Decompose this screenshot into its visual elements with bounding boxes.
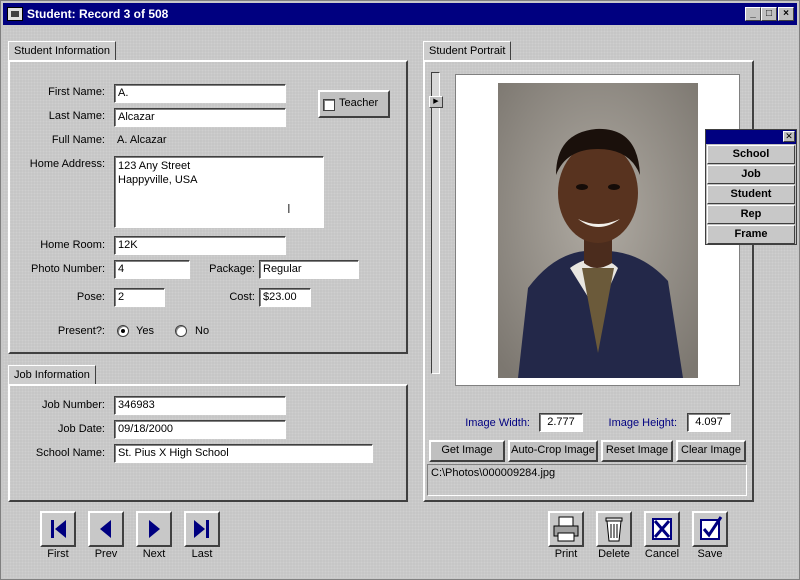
reset-image-button[interactable]: Reset Image xyxy=(601,440,673,462)
get-image-button[interactable]: Get Image xyxy=(429,440,505,462)
present-yes-label: Yes xyxy=(136,325,154,337)
window-title: Student: Record 3 of 508 xyxy=(27,7,169,21)
save-button[interactable] xyxy=(692,511,728,547)
prev-record-button[interactable] xyxy=(88,511,124,547)
image-width-label: Image Width: xyxy=(465,417,530,429)
first-record-button[interactable] xyxy=(40,511,76,547)
first-name-label: First Name: xyxy=(48,86,105,98)
last-icon xyxy=(194,520,209,538)
palette-frame-button[interactable]: Frame xyxy=(707,225,795,244)
palette-rep-button[interactable]: Rep xyxy=(707,205,795,224)
pose-label: Pose: xyxy=(76,291,105,303)
app-icon[interactable] xyxy=(7,7,23,21)
cancel-icon xyxy=(652,518,672,540)
close-button[interactable]: × xyxy=(778,7,794,21)
next-record-button[interactable] xyxy=(136,511,172,547)
full-name-label: Full Name: xyxy=(51,134,105,146)
photo-number-label: Photo Number: xyxy=(31,263,105,275)
home-address-field[interactable]: 123 Any Street Happyville, USA xyxy=(114,156,324,228)
full-name-value: A. Alcazar xyxy=(117,134,167,146)
portrait-scrollbar[interactable] xyxy=(431,72,440,374)
save-label: Save xyxy=(697,548,723,560)
maximize-button[interactable]: □ xyxy=(761,7,777,21)
cost-label: Cost: xyxy=(229,291,255,303)
first-label: First xyxy=(47,548,69,560)
job-number-field[interactable]: 346983 xyxy=(114,396,286,415)
package-field[interactable]: Regular xyxy=(259,260,359,279)
cancel-label: Cancel xyxy=(644,548,680,560)
save-checkmark-icon xyxy=(700,516,723,540)
cost-field[interactable]: $23.00 xyxy=(259,288,311,307)
tab-job-information[interactable]: Job Information xyxy=(8,365,96,385)
next-label: Next xyxy=(142,548,166,560)
student-portrait-image xyxy=(498,83,698,378)
record-type-palette: ✕ School Job Student Rep Frame xyxy=(705,129,797,245)
present-no-label: No xyxy=(195,325,210,337)
home-room-label: Home Room: xyxy=(40,239,105,251)
file-path-display: C:\Photos\000009284.jpg xyxy=(427,464,747,496)
next-icon xyxy=(149,520,160,538)
prev-icon xyxy=(100,520,111,538)
job-date-field[interactable]: 09/18/2000 xyxy=(114,420,286,439)
image-height-label: Image Height: xyxy=(608,417,677,429)
present-label: Present?: xyxy=(57,325,105,337)
cancel-button[interactable] xyxy=(644,511,680,547)
present-yes-radio[interactable] xyxy=(117,325,129,337)
last-record-button[interactable] xyxy=(184,511,220,547)
first-name-field[interactable]: A. xyxy=(114,84,286,103)
delete-button[interactable] xyxy=(596,511,632,547)
scroll-thumb-icon[interactable]: ▶ xyxy=(429,96,443,108)
palette-school-button[interactable]: School xyxy=(707,145,795,164)
last-name-field[interactable]: Alcazar xyxy=(114,108,286,127)
teacher-label: Teacher xyxy=(339,97,379,109)
palette-student-button[interactable]: Student xyxy=(707,185,795,204)
tab-student-information[interactable]: Student Information xyxy=(8,41,117,61)
image-width-field[interactable]: 2.777 xyxy=(539,413,583,432)
home-room-field[interactable]: 12K xyxy=(114,236,286,255)
photo-number-field[interactable]: 4 xyxy=(114,260,190,279)
school-name-field[interactable]: St. Pius X High School xyxy=(114,444,373,463)
delete-label: Delete xyxy=(598,548,630,560)
palette-title-bar[interactable]: ✕ xyxy=(706,130,796,144)
auto-crop-image-button[interactable]: Auto-Crop Image xyxy=(508,440,598,462)
teacher-checkbox[interactable] xyxy=(323,99,335,111)
print-label: Print xyxy=(554,548,578,560)
client-area: Student Information First Name: A. Last … xyxy=(3,27,797,578)
tab-student-portrait[interactable]: Student Portrait xyxy=(423,41,512,61)
portrait-frame xyxy=(455,74,740,386)
present-no-radio[interactable] xyxy=(175,325,187,337)
last-name-label: Last Name: xyxy=(48,110,105,122)
minimize-button[interactable]: _ xyxy=(745,7,761,21)
student-record-window: Student: Record 3 of 508 _ □ × Student I… xyxy=(0,0,800,580)
printer-icon xyxy=(553,516,579,542)
pose-field[interactable]: 2 xyxy=(114,288,165,307)
image-height-field[interactable]: 4.097 xyxy=(687,413,731,432)
palette-job-button[interactable]: Job xyxy=(707,165,795,184)
first-icon xyxy=(51,520,66,538)
job-date-label: Job Date: xyxy=(57,423,105,435)
text-cursor-icon: I xyxy=(287,201,291,216)
job-number-label: Job Number: xyxy=(42,399,105,411)
trash-can-icon xyxy=(605,517,623,542)
title-bar[interactable]: Student: Record 3 of 508 _ □ × xyxy=(3,3,797,25)
print-button[interactable] xyxy=(548,511,584,547)
package-label: Package: xyxy=(209,263,255,275)
clear-image-button[interactable]: Clear Image xyxy=(676,440,746,462)
palette-close-icon[interactable]: ✕ xyxy=(783,131,795,142)
last-label: Last xyxy=(191,548,213,560)
teacher-checkbox-group[interactable]: Teacher xyxy=(318,90,390,118)
school-name-label: School Name: xyxy=(35,447,105,459)
prev-label: Prev xyxy=(94,548,118,560)
home-address-label: Home Address: xyxy=(29,158,105,170)
